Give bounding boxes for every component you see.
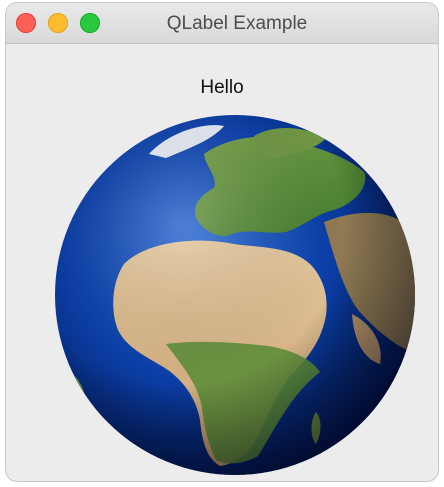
globe-shading xyxy=(55,115,415,475)
earth-globe-image xyxy=(55,115,415,475)
app-window: QLabel Example Hello xyxy=(6,3,438,481)
hello-label: Hello xyxy=(200,77,244,98)
window-title: QLabel Example xyxy=(166,13,308,34)
title-bar[interactable]: QLabel Example xyxy=(6,3,438,44)
window-content: Hello xyxy=(6,44,438,481)
